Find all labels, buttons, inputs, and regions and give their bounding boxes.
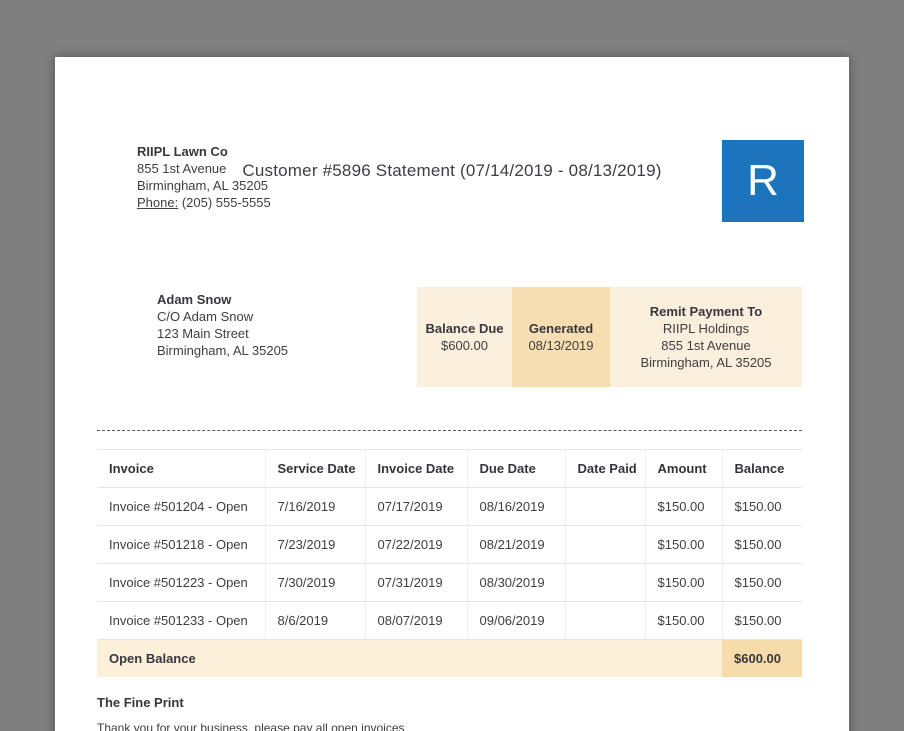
- balance-due-cell: Balance Due $600.00: [417, 287, 512, 387]
- open-balance-label: Open Balance: [97, 639, 722, 677]
- table-row: Invoice #501223 - Open 7/30/2019 07/31/2…: [97, 563, 802, 602]
- company-phone: Phone: (205) 555-5555: [137, 194, 271, 211]
- company-info: RIIPL Lawn Co 855 1st Avenue Birmingham,…: [137, 143, 271, 211]
- cell-balance: $150.00: [722, 487, 802, 526]
- cell-date-paid: [565, 487, 646, 526]
- customer-line1: C/O Adam Snow: [157, 309, 254, 324]
- cell-date-paid: [565, 563, 646, 602]
- remit-address2: Birmingham, AL 35205: [640, 355, 772, 370]
- generated-label: Generated: [528, 321, 594, 336]
- cell-balance: $150.00: [722, 563, 802, 602]
- cell-amount: $150.00: [645, 601, 723, 640]
- cell-date-paid: [565, 601, 646, 640]
- table-row: Invoice #501233 - Open 8/6/2019 08/07/20…: [97, 601, 802, 640]
- cell-invoice-date: 07/17/2019: [365, 487, 468, 526]
- fine-print-title: The Fine Print: [97, 695, 184, 710]
- open-balance-value: $600.00: [722, 639, 802, 677]
- header-balance: Balance: [722, 449, 802, 488]
- balance-due-label: Balance Due: [425, 321, 504, 336]
- table-row: Invoice #501204 - Open 7/16/2019 07/17/2…: [97, 487, 802, 526]
- company-name: RIIPL Lawn Co: [137, 144, 228, 159]
- phone-number: (205) 555-5555: [181, 195, 271, 210]
- balance-due-value: $600.00: [441, 338, 488, 353]
- cell-balance: $150.00: [722, 525, 802, 564]
- customer-line3: Birmingham, AL 35205: [157, 343, 289, 358]
- header-service-date: Service Date: [265, 449, 366, 488]
- company-logo: R: [722, 140, 804, 222]
- cell-due-date: 08/30/2019: [467, 563, 566, 602]
- cell-service-date: 8/6/2019: [265, 601, 366, 640]
- cell-invoice-date: 08/07/2019: [365, 601, 468, 640]
- fine-print-text: Thank you for your business, please pay …: [97, 721, 405, 731]
- customer-name: Adam Snow: [157, 292, 232, 307]
- cell-due-date: 08/21/2019: [467, 525, 566, 564]
- company-address-line2: Birmingham, AL 35205: [137, 178, 269, 193]
- customer-info: Adam Snow C/O Adam Snow 123 Main Street …: [157, 291, 288, 359]
- cell-service-date: 7/23/2019: [265, 525, 366, 564]
- header-due-date: Due Date: [467, 449, 566, 488]
- header-invoice: Invoice: [97, 449, 266, 488]
- app-backdrop: Customer #5896 Statement (07/14/2019 - 0…: [0, 0, 904, 731]
- open-balance-row: Open Balance $600.00: [97, 639, 802, 677]
- remit-label: Remit Payment To: [649, 304, 763, 319]
- cell-amount: $150.00: [645, 487, 723, 526]
- cell-invoice-date: 07/22/2019: [365, 525, 468, 564]
- cell-invoice: Invoice #501218 - Open: [97, 525, 266, 564]
- cell-amount: $150.00: [645, 563, 723, 602]
- remit-cell: Remit Payment To RIIPL Holdings 855 1st …: [610, 287, 802, 387]
- phone-label: Phone:: [137, 195, 179, 210]
- cell-invoice: Invoice #501223 - Open: [97, 563, 266, 602]
- table-row: Invoice #501218 - Open 7/23/2019 07/22/2…: [97, 525, 802, 564]
- header-amount: Amount: [645, 449, 723, 488]
- header-invoice-date: Invoice Date: [365, 449, 468, 488]
- cell-due-date: 09/06/2019: [467, 601, 566, 640]
- remit-address1: 855 1st Avenue: [661, 338, 751, 353]
- generated-cell: Generated 08/13/2019: [512, 287, 610, 387]
- generated-value: 08/13/2019: [528, 338, 594, 353]
- cell-service-date: 7/30/2019: [265, 563, 366, 602]
- header-date-paid: Date Paid: [565, 449, 646, 488]
- cell-invoice: Invoice #501233 - Open: [97, 601, 266, 640]
- customer-line2: 123 Main Street: [157, 326, 249, 341]
- statement-page: Customer #5896 Statement (07/14/2019 - 0…: [55, 57, 849, 731]
- table-header-row: Invoice Service Date Invoice Date Due Da…: [97, 449, 802, 488]
- cell-due-date: 08/16/2019: [467, 487, 566, 526]
- summary-bar: Balance Due $600.00 Generated 08/13/2019…: [417, 287, 802, 387]
- cell-amount: $150.00: [645, 525, 723, 564]
- dashed-divider: [97, 430, 802, 431]
- cell-service-date: 7/16/2019: [265, 487, 366, 526]
- cell-balance: $150.00: [722, 601, 802, 640]
- company-address-line1: 855 1st Avenue: [137, 161, 227, 176]
- invoice-table: Invoice Service Date Invoice Date Due Da…: [97, 449, 802, 677]
- cell-date-paid: [565, 525, 646, 564]
- remit-name: RIIPL Holdings: [662, 321, 750, 336]
- cell-invoice-date: 07/31/2019: [365, 563, 468, 602]
- cell-invoice: Invoice #501204 - Open: [97, 487, 266, 526]
